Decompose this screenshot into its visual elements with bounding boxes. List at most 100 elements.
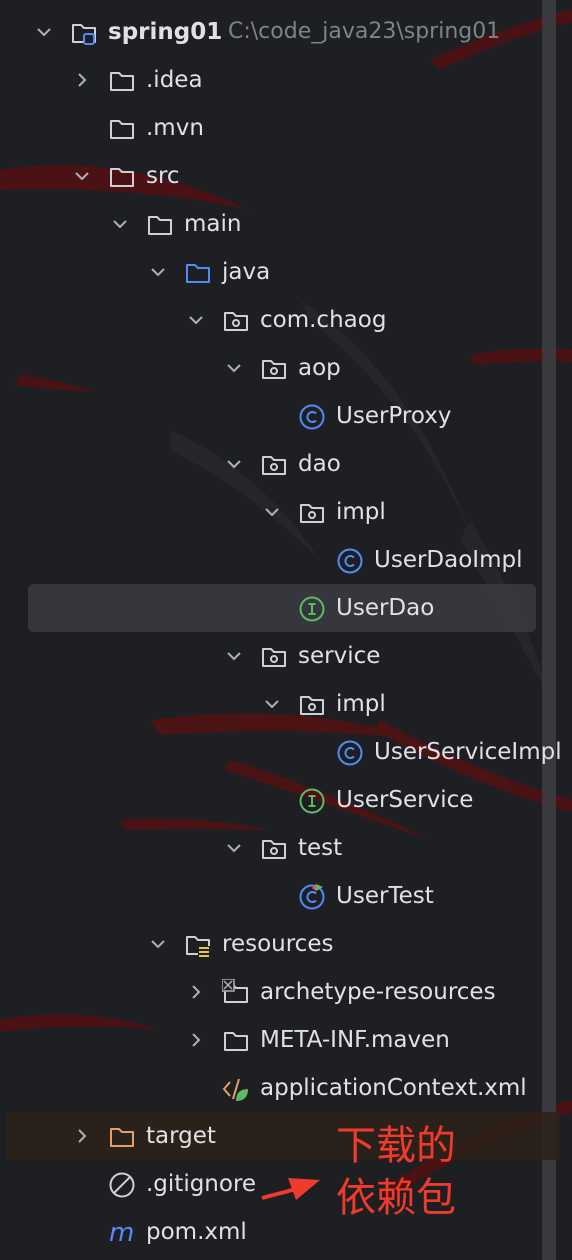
tree-row-src[interactable]: src (0, 152, 572, 200)
project-name: spring01 (108, 19, 223, 45)
annotation-note: 下载的 依赖包 (336, 1120, 456, 1224)
tree-row-project-root[interactable]: spring01 C:\code_java23\spring01 (0, 8, 572, 56)
chevron-right-icon[interactable] (70, 68, 94, 92)
tree-row-aop[interactable]: aop (0, 344, 572, 392)
xml-spring-icon (222, 1078, 248, 1101)
tree-row-com-chaog[interactable]: com.chaog (0, 296, 572, 344)
interface-icon (299, 596, 325, 622)
tree-item-label: META-INF.maven (260, 1027, 450, 1053)
class-icon (337, 548, 363, 574)
chevron-down-icon[interactable] (146, 260, 170, 284)
tree-item-label: pom.xml (146, 1219, 247, 1245)
source-folder-icon (186, 264, 210, 283)
test-class-icon (299, 884, 325, 910)
tree-row-target[interactable]: target (0, 1112, 572, 1160)
package-icon (300, 696, 324, 715)
chevron-down-icon[interactable] (184, 308, 208, 332)
tree-row-service-impl[interactable]: impl (0, 680, 572, 728)
class-icon (337, 740, 363, 766)
tree-item-label: UserTest (336, 883, 434, 909)
tree-row-applicationcontext-xml[interactable]: applicationContext.xml (0, 1064, 572, 1112)
chevron-down-icon[interactable] (260, 692, 284, 716)
annotation-line-1: 下载的 (336, 1123, 456, 1169)
resources-folder-icon (186, 936, 210, 957)
chevron-right-icon[interactable] (184, 1028, 208, 1052)
tree-row-archetype-resources[interactable]: archetype-resources (0, 968, 572, 1016)
excluded-folder-icon (222, 979, 248, 1003)
tree-item-label: java (222, 259, 271, 285)
folder-icon (110, 120, 134, 139)
tree-item-label: resources (222, 931, 334, 957)
tree-item-label: UserDao (336, 595, 435, 621)
tree-row-service[interactable]: service (0, 632, 572, 680)
folder-icon (110, 72, 134, 91)
chevron-down-icon[interactable] (222, 644, 246, 668)
chevron-right-icon[interactable] (70, 1124, 94, 1148)
chevron-down-icon[interactable] (222, 452, 246, 476)
chevron-down-icon[interactable] (32, 20, 56, 44)
chevron-down-icon[interactable] (108, 212, 132, 236)
chevron-down-icon[interactable] (222, 836, 246, 860)
package-icon (262, 648, 286, 667)
package-icon (262, 360, 286, 379)
tree-item-label: UserService (336, 787, 474, 813)
tree-row-mvn[interactable]: .mvn (0, 104, 572, 152)
tree-item-label: impl (336, 499, 386, 525)
tree-item-label: applicationContext.xml (260, 1075, 527, 1101)
tree-item-label: UserDaoImpl (374, 547, 523, 573)
tree-item-label: .mvn (146, 115, 204, 141)
tree-row-userserviceimpl[interactable]: UserServiceImpl (0, 728, 572, 776)
tree-item-label: test (298, 835, 343, 861)
annotation-line-2: 依赖包 (336, 1175, 456, 1221)
package-icon (262, 456, 286, 475)
tree-row-idea[interactable]: .idea (0, 56, 572, 104)
tree-row-userdaoimpl[interactable]: UserDaoImpl (0, 536, 572, 584)
tree-item-label: aop (298, 355, 341, 381)
tree-row-gitignore[interactable]: .gitignore (0, 1160, 572, 1208)
tree-item-label: main (184, 211, 242, 237)
tree-row-userdao[interactable]: UserDao (0, 584, 572, 632)
tree-row-resources[interactable]: resources (0, 920, 572, 968)
tree-row-userproxy[interactable]: UserProxy (0, 392, 572, 440)
tree-row-dao[interactable]: dao (0, 440, 572, 488)
tree-row-dao-impl[interactable]: impl (0, 488, 572, 536)
package-icon (300, 504, 324, 523)
folder-icon (148, 216, 172, 235)
tree-item-label: target (146, 1123, 216, 1149)
tree-row-test[interactable]: test (0, 824, 572, 872)
interface-icon (299, 788, 325, 814)
tree-row-main[interactable]: main (0, 200, 572, 248)
class-icon (299, 404, 325, 430)
project-tree: spring01 C:\code_java23\spring01 .idea .… (0, 8, 572, 1256)
chevron-down-icon[interactable] (222, 356, 246, 380)
tree-row-java[interactable]: java (0, 248, 572, 296)
tree-item-label: UserProxy (336, 403, 452, 429)
tree-row-pom-xml[interactable]: m pom.xml (0, 1208, 572, 1256)
svg-text:m: m (109, 1219, 134, 1247)
maven-icon: m (109, 1219, 134, 1247)
tree-item-label: src (146, 163, 180, 189)
tree-item-label: impl (336, 691, 386, 717)
tree-item-label: service (298, 643, 381, 669)
folder-icon (224, 1032, 248, 1051)
ignore-file-icon (109, 1172, 135, 1198)
module-folder-icon (72, 24, 96, 45)
tree-row-userservice[interactable]: UserService (0, 776, 572, 824)
chevron-down-icon[interactable] (260, 500, 284, 524)
tree-item-label: .gitignore (146, 1171, 257, 1197)
tree-row-usertest[interactable]: UserTest (0, 872, 572, 920)
tree-row-meta-inf-maven[interactable]: META-INF.maven (0, 1016, 572, 1064)
tree-item-label: UserServiceImpl (374, 739, 562, 765)
tree-item-label: archetype-resources (260, 979, 496, 1005)
folder-icon (110, 168, 134, 187)
chevron-right-icon[interactable] (184, 980, 208, 1004)
tree-item-label: com.chaog (260, 307, 387, 333)
project-path: C:\code_java23\spring01 (228, 19, 501, 44)
package-icon (262, 840, 286, 859)
chevron-down-icon[interactable] (146, 932, 170, 956)
chevron-down-icon[interactable] (70, 164, 94, 188)
tree-item-label: dao (298, 451, 341, 477)
package-icon (224, 312, 248, 331)
excluded-folder-icon (110, 1128, 134, 1147)
tree-item-label: .idea (146, 67, 203, 93)
